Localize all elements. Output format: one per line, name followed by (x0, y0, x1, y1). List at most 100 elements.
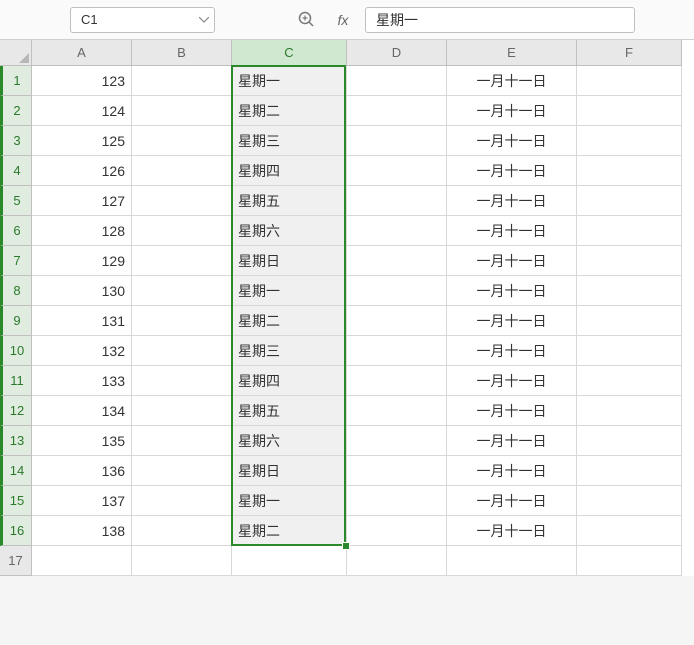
row-header[interactable]: 15 (0, 486, 32, 516)
cell-A11[interactable]: 133 (32, 366, 132, 396)
cell-D6[interactable] (347, 216, 447, 246)
cell-C1[interactable]: 星期一 (232, 66, 347, 96)
cell-F8[interactable] (577, 276, 682, 306)
cell-B12[interactable] (132, 396, 232, 426)
cell-E13[interactable]: 一月十一日 (447, 426, 577, 456)
cell-E11[interactable]: 一月十一日 (447, 366, 577, 396)
cell-B1[interactable] (132, 66, 232, 96)
cell-B11[interactable] (132, 366, 232, 396)
cell-B6[interactable] (132, 216, 232, 246)
cell-B10[interactable] (132, 336, 232, 366)
row-header[interactable]: 4 (0, 156, 32, 186)
cell-E2[interactable]: 一月十一日 (447, 96, 577, 126)
cell-F5[interactable] (577, 186, 682, 216)
fill-handle[interactable] (342, 542, 350, 550)
row-header[interactable]: 7 (0, 246, 32, 276)
cell-C16[interactable]: 星期二 (232, 516, 347, 546)
cell-B17[interactable] (132, 546, 232, 576)
cell-F7[interactable] (577, 246, 682, 276)
cell-F16[interactable] (577, 516, 682, 546)
cell-B16[interactable] (132, 516, 232, 546)
cell-D5[interactable] (347, 186, 447, 216)
cell-A4[interactable]: 126 (32, 156, 132, 186)
cell-E6[interactable]: 一月十一日 (447, 216, 577, 246)
cell-E7[interactable]: 一月十一日 (447, 246, 577, 276)
cell-D4[interactable] (347, 156, 447, 186)
cell-D14[interactable] (347, 456, 447, 486)
cell-C15[interactable]: 星期一 (232, 486, 347, 516)
cell-A8[interactable]: 130 (32, 276, 132, 306)
cell-E1[interactable]: 一月十一日 (447, 66, 577, 96)
cell-A12[interactable]: 134 (32, 396, 132, 426)
cell-C4[interactable]: 星期四 (232, 156, 347, 186)
row-header[interactable]: 2 (0, 96, 32, 126)
cell-A2[interactable]: 124 (32, 96, 132, 126)
cell-F11[interactable] (577, 366, 682, 396)
cell-D10[interactable] (347, 336, 447, 366)
row-header[interactable]: 10 (0, 336, 32, 366)
cell-C9[interactable]: 星期二 (232, 306, 347, 336)
cell-F9[interactable] (577, 306, 682, 336)
col-header-B[interactable]: B (132, 40, 232, 66)
cell-A7[interactable]: 129 (32, 246, 132, 276)
cell-A10[interactable]: 132 (32, 336, 132, 366)
cell-C5[interactable]: 星期五 (232, 186, 347, 216)
cell-C7[interactable]: 星期日 (232, 246, 347, 276)
cell-D11[interactable] (347, 366, 447, 396)
zoom-icon[interactable] (295, 8, 319, 32)
cell-E8[interactable]: 一月十一日 (447, 276, 577, 306)
cell-A17[interactable] (32, 546, 132, 576)
cell-D1[interactable] (347, 66, 447, 96)
cell-E16[interactable]: 一月十一日 (447, 516, 577, 546)
row-header[interactable]: 6 (0, 216, 32, 246)
col-header-C[interactable]: C (232, 40, 347, 66)
cell-C10[interactable]: 星期三 (232, 336, 347, 366)
col-header-F[interactable]: F (577, 40, 682, 66)
cell-D15[interactable] (347, 486, 447, 516)
cell-F6[interactable] (577, 216, 682, 246)
cell-A9[interactable]: 131 (32, 306, 132, 336)
cell-A5[interactable]: 127 (32, 186, 132, 216)
row-header[interactable]: 13 (0, 426, 32, 456)
cell-E12[interactable]: 一月十一日 (447, 396, 577, 426)
cell-B13[interactable] (132, 426, 232, 456)
cell-C2[interactable]: 星期二 (232, 96, 347, 126)
cell-A14[interactable]: 136 (32, 456, 132, 486)
cell-E5[interactable]: 一月十一日 (447, 186, 577, 216)
cell-F2[interactable] (577, 96, 682, 126)
cell-F17[interactable] (577, 546, 682, 576)
row-header[interactable]: 5 (0, 186, 32, 216)
cell-F13[interactable] (577, 426, 682, 456)
row-header[interactable]: 8 (0, 276, 32, 306)
cell-D13[interactable] (347, 426, 447, 456)
cell-E4[interactable]: 一月十一日 (447, 156, 577, 186)
cell-B9[interactable] (132, 306, 232, 336)
row-header[interactable]: 17 (0, 546, 32, 576)
cell-A6[interactable]: 128 (32, 216, 132, 246)
cell-A3[interactable]: 125 (32, 126, 132, 156)
cell-A13[interactable]: 135 (32, 426, 132, 456)
cell-F1[interactable] (577, 66, 682, 96)
cell-D2[interactable] (347, 96, 447, 126)
cell-C13[interactable]: 星期六 (232, 426, 347, 456)
row-header[interactable]: 1 (0, 66, 32, 96)
cell-E15[interactable]: 一月十一日 (447, 486, 577, 516)
col-header-E[interactable]: E (447, 40, 577, 66)
col-header-D[interactable]: D (347, 40, 447, 66)
row-header[interactable]: 11 (0, 366, 32, 396)
cell-F4[interactable] (577, 156, 682, 186)
cell-E17[interactable] (447, 546, 577, 576)
cell-E9[interactable]: 一月十一日 (447, 306, 577, 336)
cell-D7[interactable] (347, 246, 447, 276)
cell-D12[interactable] (347, 396, 447, 426)
cell-D17[interactable] (347, 546, 447, 576)
cell-D16[interactable] (347, 516, 447, 546)
cell-E3[interactable]: 一月十一日 (447, 126, 577, 156)
cell-B3[interactable] (132, 126, 232, 156)
row-header[interactable]: 9 (0, 306, 32, 336)
cell-D3[interactable] (347, 126, 447, 156)
row-header[interactable]: 14 (0, 456, 32, 486)
cell-A15[interactable]: 137 (32, 486, 132, 516)
cell-F15[interactable] (577, 486, 682, 516)
cell-C12[interactable]: 星期五 (232, 396, 347, 426)
